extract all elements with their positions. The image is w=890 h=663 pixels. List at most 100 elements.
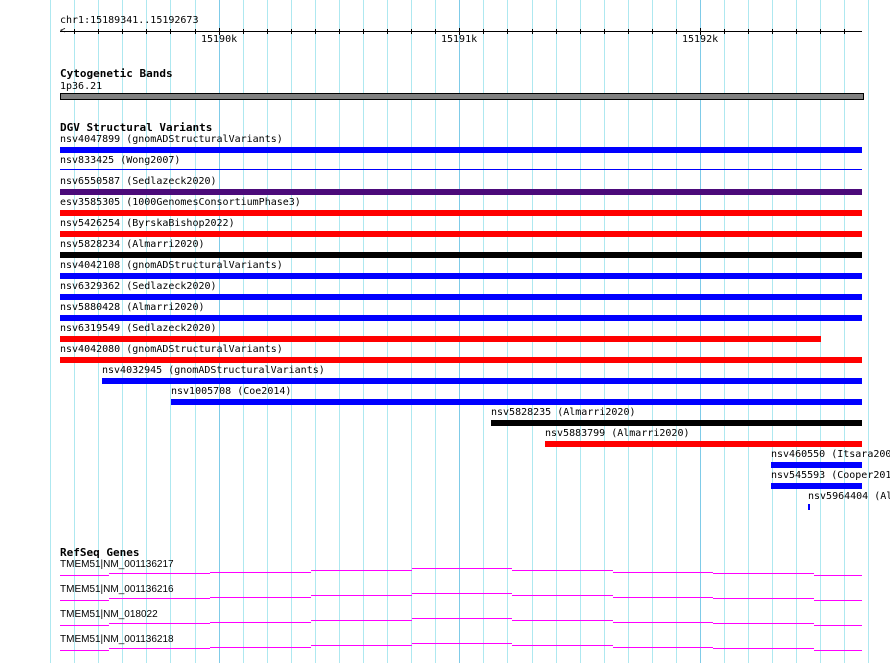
tick-mark [98, 29, 99, 34]
gene-intron-line[interactable] [512, 595, 613, 596]
variant-label[interactable]: nsv6550587 (Sedlazeck2020) [60, 176, 217, 187]
variant-label[interactable]: nsv5828235 (Almarri2020) [491, 407, 636, 418]
gene-intron-line[interactable] [713, 648, 814, 649]
variant-label[interactable]: nsv4032945 (gnomADStructuralVariants) [102, 365, 325, 376]
gene-intron-line[interactable] [311, 645, 412, 646]
variant-label[interactable]: nsv4042080 (gnomADStructuralVariants) [60, 344, 283, 355]
tick-mark [652, 29, 653, 34]
gene-intron-line[interactable] [713, 598, 814, 599]
gene-intron-line[interactable] [713, 573, 814, 574]
gene-intron-line[interactable] [814, 650, 862, 651]
tick-mark [507, 29, 508, 34]
cyto-title: Cytogenetic Bands [60, 67, 173, 80]
tick-mark [195, 29, 196, 34]
gene-intron-line[interactable] [60, 600, 109, 601]
gene-intron-line[interactable] [412, 593, 512, 594]
gene-intron-line[interactable] [311, 620, 412, 621]
gene-intron-line[interactable] [613, 597, 713, 598]
variant-bar[interactable] [60, 336, 821, 342]
gene-intron-line[interactable] [613, 572, 713, 573]
variant-bar[interactable] [171, 399, 862, 405]
gene-label[interactable]: TMEM51|NM_018022 [60, 609, 158, 620]
gene-intron-line[interactable] [210, 622, 311, 623]
variant-bar[interactable] [491, 420, 862, 426]
tick-mark [122, 29, 123, 34]
variant-label[interactable]: nsv6329362 (Sedlazeck2020) [60, 281, 217, 292]
gene-intron-line[interactable] [210, 597, 311, 598]
variant-label[interactable]: nsv460550 (Itsara2009 [771, 449, 890, 460]
grid-line [868, 0, 869, 663]
tick-mark [628, 29, 629, 34]
variant-bar[interactable] [102, 378, 862, 384]
variant-label[interactable]: nsv5964404 (Al [808, 491, 890, 502]
gene-intron-line[interactable] [311, 570, 412, 571]
gene-intron-line[interactable] [512, 645, 613, 646]
gene-intron-line[interactable] [109, 598, 210, 599]
variant-bar[interactable] [771, 483, 862, 489]
tick-mark [435, 29, 436, 34]
gene-intron-line[interactable] [713, 623, 814, 624]
variant-label[interactable]: nsv1005708 (Coe2014) [171, 386, 291, 397]
tick-label: 15191k [441, 34, 478, 45]
gene-intron-line[interactable] [109, 623, 210, 624]
gene-intron-line[interactable] [412, 568, 512, 569]
variant-bar[interactable] [808, 504, 810, 510]
variant-bar[interactable] [60, 147, 862, 153]
tick-mark [387, 29, 388, 34]
tick-mark [772, 29, 773, 34]
gene-intron-line[interactable] [60, 575, 109, 576]
variant-label[interactable]: nsv5883799 (Almarri2020) [545, 428, 690, 439]
variant-bar[interactable] [60, 169, 862, 170]
variant-label[interactable]: nsv4042108 (gnomADStructuralVariants) [60, 260, 283, 271]
dgv-title: DGV Structural Variants [60, 121, 213, 134]
tick-mark [170, 29, 171, 34]
variant-label[interactable]: nsv5880428 (Almarri2020) [60, 302, 205, 313]
gene-intron-line[interactable] [814, 575, 862, 576]
gene-intron-line[interactable] [109, 648, 210, 649]
variant-bar[interactable] [60, 252, 862, 258]
gene-intron-line[interactable] [210, 647, 311, 648]
gene-intron-line[interactable] [210, 572, 311, 573]
variant-bar[interactable] [60, 189, 862, 195]
gene-intron-line[interactable] [613, 647, 713, 648]
variant-label[interactable]: nsv833425 (Wong2007) [60, 155, 180, 166]
gene-intron-line[interactable] [412, 643, 512, 644]
gene-label[interactable]: TMEM51|NM_001136216 [60, 584, 174, 595]
variant-label[interactable]: esv3585305 (1000GenomesConsortiumPhase3) [60, 197, 301, 208]
tick-mark [291, 29, 292, 34]
variant-bar[interactable] [60, 231, 862, 237]
variant-bar[interactable] [60, 210, 862, 216]
gene-intron-line[interactable] [512, 620, 613, 621]
variant-bar[interactable] [545, 441, 862, 447]
tick-mark [532, 29, 533, 34]
cyto-band[interactable] [60, 93, 864, 100]
ruler-axis [60, 31, 862, 32]
gene-intron-line[interactable] [109, 573, 210, 574]
tick-mark [267, 29, 268, 34]
gene-intron-line[interactable] [814, 625, 862, 626]
tick-mark [676, 29, 677, 34]
variant-bar[interactable] [771, 462, 862, 468]
variant-label[interactable]: nsv5426254 (ByrskaBishop2022) [60, 218, 235, 229]
variant-bar[interactable] [60, 357, 862, 363]
gene-intron-line[interactable] [311, 595, 412, 596]
gene-intron-line[interactable] [60, 625, 109, 626]
gene-intron-line[interactable] [412, 618, 512, 619]
variant-label[interactable]: nsv6319549 (Sedlazeck2020) [60, 323, 217, 334]
gene-intron-line[interactable] [814, 600, 862, 601]
gene-label[interactable]: TMEM51|NM_001136218 [60, 634, 174, 645]
grid-line [50, 0, 51, 663]
variant-bar[interactable] [60, 273, 862, 279]
variant-label[interactable]: nsv545593 (Cooper2011 [771, 470, 890, 481]
gene-label[interactable]: TMEM51|NM_001136217 [60, 559, 174, 570]
gene-intron-line[interactable] [60, 650, 109, 651]
tick-label: 15190k [201, 34, 238, 45]
variant-bar[interactable] [60, 315, 862, 321]
gene-intron-line[interactable] [512, 570, 613, 571]
gene-intron-line[interactable] [613, 622, 713, 623]
tick-mark [483, 29, 484, 34]
variant-label[interactable]: nsv5828234 (Almarri2020) [60, 239, 205, 250]
variant-bar[interactable] [60, 294, 862, 300]
tick-mark [243, 29, 244, 34]
variant-label[interactable]: nsv4047899 (gnomADStructuralVariants) [60, 134, 283, 145]
